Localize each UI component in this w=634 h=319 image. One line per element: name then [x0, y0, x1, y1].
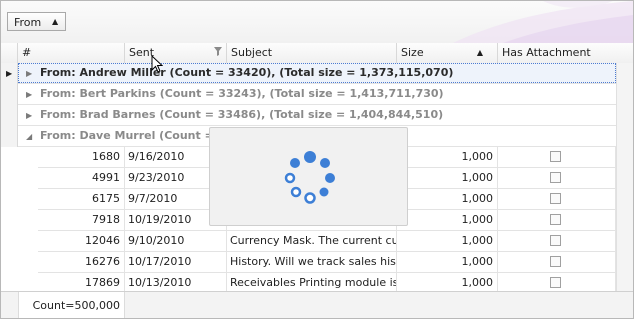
cell-id[interactable]: 4991 — [38, 168, 125, 189]
table-row[interactable]: 16276 10/17/2010 History. Will we track sa… — [38, 252, 616, 273]
cell-sent-text: 10/13/2010 — [128, 276, 192, 289]
collapse-arrow-icon[interactable]: ◢ — [26, 132, 32, 141]
column-header-row: # Sent Subject Size ▲ Has Attachment — [1, 43, 633, 64]
row-indicator: ▶ — [1, 63, 18, 84]
group-row[interactable]: ▶ From: Bert Parkins (Count = 33243), (T… — [1, 84, 633, 105]
footer-count-cell: Count=500,000 — [18, 292, 125, 318]
cell-id-text: 16276 — [85, 255, 120, 268]
cell-has-attachment[interactable] — [498, 231, 616, 252]
grid-control: From ▲ # Sent Subject Size ▲ Has Attachm… — [0, 0, 634, 319]
group-row-text: From: Andrew Miller (Count = 33420), (To… — [40, 66, 454, 79]
cell-has-attachment[interactable] — [498, 168, 616, 189]
column-header-id[interactable]: # — [18, 43, 125, 63]
group-row-text: From: Bert Parkins (Count = 33243), (Tot… — [40, 87, 444, 100]
decorative-swoosh — [453, 1, 633, 43]
cell-subject-text: History. Will we track sales hist... — [230, 255, 397, 268]
attachment-checkbox[interactable] — [550, 277, 561, 288]
group-row-text: From: Brad Barnes (Count = 33486), (Tota… — [40, 108, 444, 121]
cell-sent[interactable]: 9/10/2010 — [125, 231, 227, 252]
column-header-sent[interactable]: Sent — [125, 43, 227, 63]
filter-icon[interactable] — [214, 47, 222, 56]
cell-size[interactable]: 1,000 — [397, 231, 498, 252]
cell-id[interactable]: 6175 — [38, 189, 125, 210]
column-header-label: Subject — [231, 46, 273, 59]
loading-panel — [209, 127, 408, 226]
group-row[interactable]: ▶ ▶ From: Andrew Miller (Count = 33420),… — [1, 63, 633, 84]
attachment-checkbox[interactable] — [550, 235, 561, 246]
cell-sent-text: 9/23/2010 — [128, 171, 185, 184]
cell-size[interactable]: 1,000 — [397, 210, 498, 231]
cell-sent-text: 9/16/2010 — [128, 150, 185, 163]
expand-arrow-icon[interactable]: ▶ — [26, 111, 32, 120]
cell-size-text: 1,000 — [461, 150, 494, 163]
column-header-size[interactable]: Size ▲ — [397, 43, 498, 63]
cell-sent-text: 10/17/2010 — [128, 255, 192, 268]
footer-panel: Count=500,000 — [1, 291, 633, 318]
sort-ascending-icon: ▲ — [476, 48, 483, 57]
attachment-checkbox[interactable] — [550, 256, 561, 267]
cell-sent-text: 9/10/2010 — [128, 234, 185, 247]
cell-id-text: 12046 — [85, 234, 120, 247]
attachment-checkbox[interactable] — [550, 151, 561, 162]
cell-size-text: 1,000 — [461, 234, 494, 247]
column-header-has-attachment[interactable]: Has Attachment — [498, 43, 633, 63]
mouse-cursor-icon — [151, 55, 163, 73]
cell-subject-text: Receivables Printing module is r... — [230, 276, 396, 289]
row-indicator — [1, 105, 18, 126]
cell-has-attachment[interactable] — [498, 189, 616, 210]
cell-has-attachment[interactable] — [498, 210, 616, 231]
group-panel: From ▲ — [1, 1, 633, 44]
attachment-checkbox[interactable] — [550, 172, 561, 183]
footer-count-text: Count=500,000 — [32, 299, 120, 312]
header-indicator-cell — [1, 43, 18, 63]
cell-has-attachment[interactable] — [498, 252, 616, 273]
group-button-label: From — [14, 16, 42, 29]
cell-size-text: 1,000 — [461, 171, 494, 184]
column-header-label: Has Attachment — [502, 46, 591, 59]
attachment-checkbox[interactable] — [550, 214, 561, 225]
attachment-checkbox[interactable] — [550, 193, 561, 204]
cell-size-text: 1,000 — [461, 213, 494, 226]
cell-size[interactable]: 1,000 — [397, 252, 498, 273]
expand-arrow-icon[interactable]: ▶ — [26, 90, 32, 99]
loading-spinner-icon — [284, 151, 335, 204]
row-indicator — [1, 126, 18, 147]
group-row-text: From: Dave Murrel (Count = 33 — [40, 129, 233, 142]
cell-id-text: 7918 — [92, 213, 120, 226]
cell-id[interactable]: 7918 — [38, 210, 125, 231]
table-row[interactable]: 12046 9/10/2010 Currency Mask. The current… — [38, 231, 616, 252]
cell-subject[interactable]: History. Will we track sales hist... — [227, 252, 397, 273]
expand-arrow-icon[interactable]: ▶ — [26, 69, 32, 78]
cell-sent-text: 9/7/2010 — [128, 192, 178, 205]
cell-id-text: 4991 — [92, 171, 120, 184]
group-by-from-button[interactable]: From ▲ — [7, 12, 66, 31]
column-header-subject[interactable]: Subject — [227, 43, 397, 63]
row-indicator — [1, 84, 18, 105]
cell-sent-text: 10/19/2010 — [128, 213, 192, 226]
cell-id-text: 1680 — [92, 150, 120, 163]
cell-size[interactable]: 1,000 — [397, 147, 498, 168]
cell-subject[interactable]: Currency Mask. The current cur... — [227, 231, 397, 252]
cell-size-text: 1,000 — [461, 192, 494, 205]
cell-size-text: 1,000 — [461, 255, 494, 268]
cell-id-text: 17869 — [85, 276, 120, 289]
cell-sent[interactable]: 10/17/2010 — [125, 252, 227, 273]
current-row-arrow-icon: ▶ — [6, 69, 13, 78]
cell-subject-text: Currency Mask. The current cur... — [230, 234, 397, 247]
cell-size[interactable]: 1,000 — [397, 189, 498, 210]
cell-id[interactable]: 12046 — [38, 231, 125, 252]
cell-id[interactable]: 16276 — [38, 252, 125, 273]
vertical-scrollbar-area — [616, 63, 633, 291]
sort-ascending-icon: ▲ — [52, 17, 59, 26]
column-header-label: # — [22, 46, 32, 59]
cell-id[interactable]: 1680 — [38, 147, 125, 168]
cell-id-text: 6175 — [92, 192, 120, 205]
cell-has-attachment[interactable] — [498, 147, 616, 168]
cell-size-text: 1,000 — [461, 276, 494, 289]
column-header-label: Size — [401, 46, 424, 59]
group-row[interactable]: ▶ From: Brad Barnes (Count = 33486), (To… — [1, 105, 633, 126]
cell-size[interactable]: 1,000 — [397, 168, 498, 189]
